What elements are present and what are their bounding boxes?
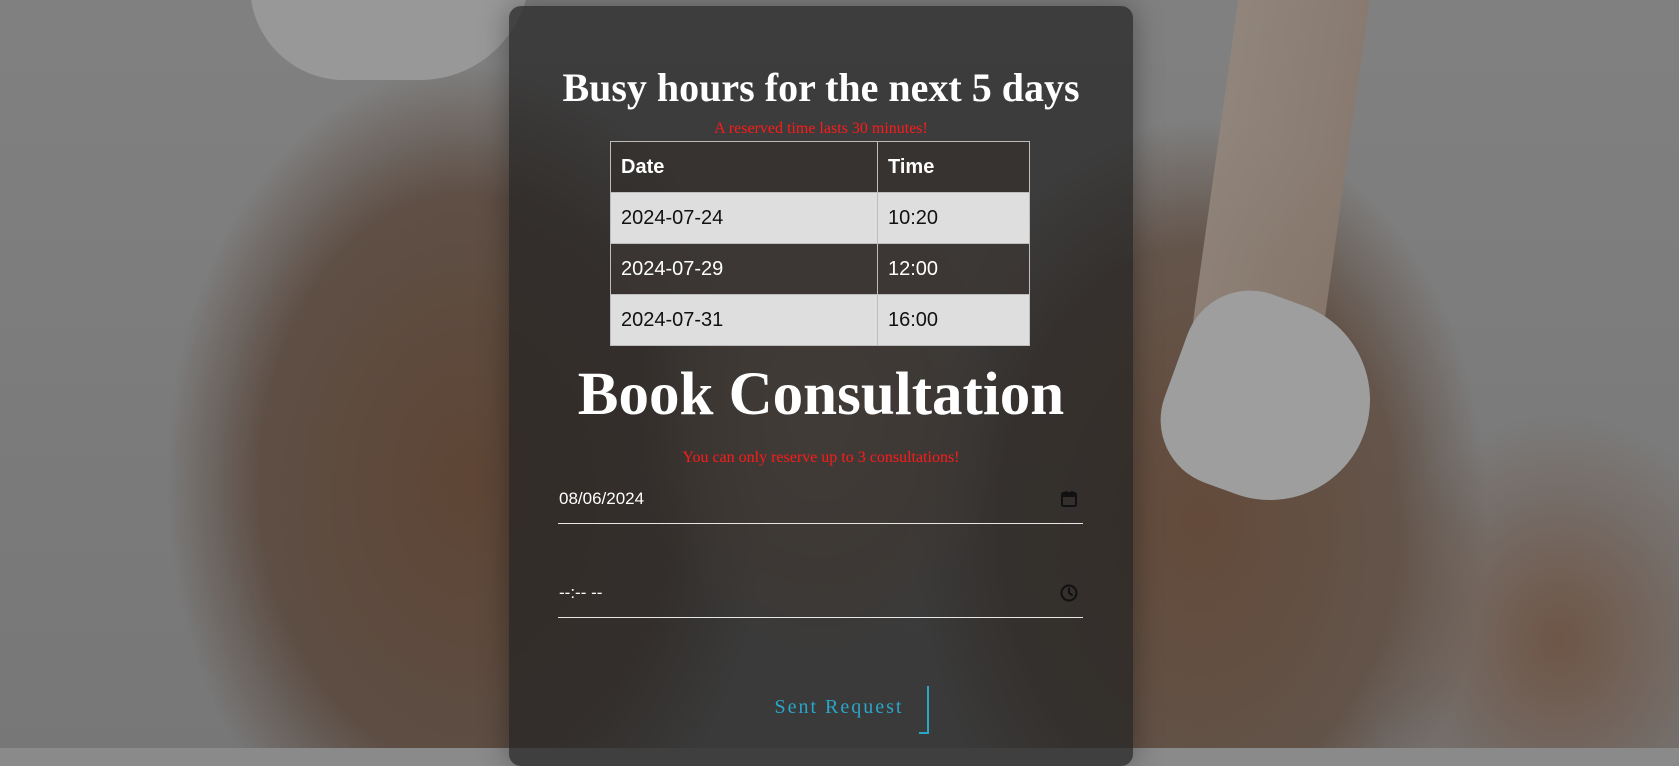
- send-request-label: Sent Request: [774, 696, 904, 718]
- cell-time: 10:20: [877, 192, 1030, 244]
- table-row: 2024-07-31 16:00: [610, 294, 1030, 346]
- date-input[interactable]: 08/06/2024: [558, 483, 1083, 524]
- cell-time: 12:00: [877, 243, 1030, 295]
- date-input-value: 08/06/2024: [559, 489, 645, 508]
- cell-date: 2024-07-31: [610, 294, 878, 346]
- busy-hours-table: Date Time 2024-07-24 10:20 2024-07-29 12…: [610, 141, 1030, 346]
- cell-date: 2024-07-29: [610, 243, 878, 295]
- calendar-icon[interactable]: [1059, 489, 1079, 509]
- column-header-date: Date: [610, 141, 878, 193]
- send-request-button[interactable]: Sent Request: [749, 686, 929, 734]
- reserved-duration-note: A reserved time lasts 30 minutes!: [714, 120, 928, 137]
- busy-hours-title: Busy hours for the next 5 days: [562, 65, 1080, 110]
- column-header-time: Time: [877, 141, 1030, 193]
- clock-icon[interactable]: [1059, 583, 1079, 603]
- table-row: 2024-07-29 12:00: [610, 243, 1030, 295]
- table-header-row: Date Time: [610, 141, 1030, 193]
- booking-panel: Busy hours for the next 5 days A reserve…: [509, 6, 1133, 766]
- reservation-limit-note: You can only reserve up to 3 consultatio…: [682, 449, 960, 466]
- book-consultation-title: Book Consultation: [577, 361, 1065, 428]
- cell-time: 16:00: [877, 294, 1030, 346]
- time-input-value: --:-- --: [559, 583, 603, 602]
- button-corner-decoration: [919, 686, 929, 734]
- cell-date: 2024-07-24: [610, 192, 878, 244]
- table-row: 2024-07-24 10:20: [610, 192, 1030, 244]
- time-input[interactable]: --:-- --: [558, 577, 1083, 618]
